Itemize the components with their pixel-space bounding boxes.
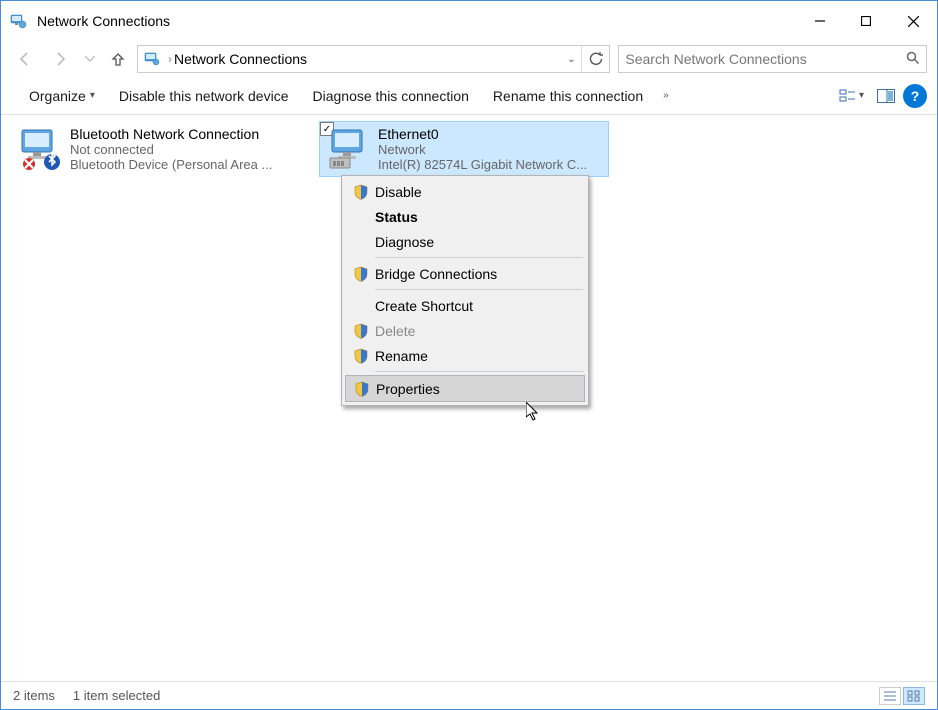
up-button[interactable]	[107, 46, 129, 72]
ctx-bridge[interactable]: Bridge Connections	[345, 261, 585, 286]
ctx-diagnose[interactable]: Diagnose	[345, 229, 585, 254]
address-dropdown[interactable]: ⌄	[561, 54, 581, 65]
help-button[interactable]: ?	[903, 84, 927, 108]
ctx-label: Status	[373, 209, 577, 225]
diagnose-label: Diagnose this connection	[312, 88, 468, 104]
history-dropdown[interactable]	[83, 45, 97, 73]
forward-button[interactable]	[47, 45, 75, 73]
ctx-disable[interactable]: Disable	[345, 179, 585, 204]
disable-device-label: Disable this network device	[119, 88, 289, 104]
dropdown-triangle-icon: ▾	[859, 90, 864, 101]
breadcrumb-separator-icon: ›	[166, 52, 174, 66]
connection-device: Intel(R) 82574L Gigabit Network C...	[378, 157, 587, 172]
ctx-label: Create Shortcut	[373, 298, 577, 314]
connection-name: Bluetooth Network Connection	[70, 126, 272, 142]
ctx-label: Disable	[373, 184, 577, 200]
window-title: Network Connections	[37, 13, 797, 29]
shield-icon	[350, 381, 374, 397]
organize-label: Organize	[29, 88, 86, 104]
address-path[interactable]: Network Connections	[174, 51, 307, 67]
status-selection-count: 1 item selected	[73, 688, 160, 703]
status-bar: 2 items 1 item selected	[1, 681, 937, 709]
ctx-rename[interactable]: Rename	[345, 343, 585, 368]
rename-button[interactable]: Rename this connection	[483, 84, 653, 108]
connection-name: Ethernet0	[378, 126, 587, 142]
content-area: Bluetooth Network Connection Not connect…	[1, 115, 937, 681]
search-input[interactable]: Search Network Connections	[618, 45, 927, 73]
dropdown-triangle-icon: ▾	[90, 90, 95, 101]
ethernet-adapter-icon	[326, 126, 370, 170]
address-folder-icon	[138, 50, 166, 68]
ctx-label: Rename	[373, 348, 577, 364]
address-bar-row: › Network Connections ⌄ Search Network C…	[1, 41, 937, 77]
connection-device: Bluetooth Device (Personal Area ...	[70, 157, 272, 172]
context-menu: Disable Status Diagnose Bridge Connectio…	[341, 175, 589, 406]
details-view-button[interactable]	[879, 687, 901, 705]
close-button[interactable]	[889, 5, 937, 37]
bluetooth-adapter-icon	[18, 126, 62, 170]
connection-item-bluetooth[interactable]: Bluetooth Network Connection Not connect…	[11, 121, 301, 177]
tiles-view-button[interactable]	[903, 687, 925, 705]
ctx-delete: Delete	[345, 318, 585, 343]
ctx-separator	[375, 257, 583, 258]
shield-icon	[349, 323, 373, 339]
status-item-count: 2 items	[13, 688, 55, 703]
refresh-button[interactable]	[581, 46, 609, 72]
back-button[interactable]	[11, 45, 39, 73]
rename-label: Rename this connection	[493, 88, 643, 104]
ctx-separator	[375, 289, 583, 290]
network-folder-icon	[9, 12, 27, 30]
shield-icon	[349, 348, 373, 364]
maximize-button[interactable]	[843, 5, 889, 37]
ctx-create-shortcut[interactable]: Create Shortcut	[345, 293, 585, 318]
ctx-label: Properties	[374, 381, 576, 397]
ctx-status[interactable]: Status	[345, 204, 585, 229]
ctx-separator	[375, 371, 583, 372]
toolbar: Organize ▾ Disable this network device D…	[1, 77, 937, 115]
connection-status: Network	[378, 142, 587, 157]
ctx-label: Diagnose	[373, 234, 577, 250]
view-options-button[interactable]: ▾	[834, 85, 869, 107]
ctx-label: Delete	[373, 323, 577, 339]
minimize-button[interactable]	[797, 5, 843, 37]
address-box[interactable]: › Network Connections ⌄	[137, 45, 610, 73]
search-icon[interactable]	[906, 51, 920, 68]
ctx-properties[interactable]: Properties	[345, 375, 585, 402]
ctx-label: Bridge Connections	[373, 266, 577, 282]
connection-status: Not connected	[70, 142, 272, 157]
connection-item-ethernet0[interactable]: ✓ Ethernet0 Network	[319, 121, 609, 177]
shield-icon	[349, 184, 373, 200]
titlebar: Network Connections	[1, 1, 937, 41]
shield-icon	[349, 266, 373, 282]
toolbar-overflow-button[interactable]: »	[657, 90, 675, 101]
disable-device-button[interactable]: Disable this network device	[109, 84, 299, 108]
search-placeholder: Search Network Connections	[625, 51, 806, 67]
preview-pane-button[interactable]	[873, 83, 899, 109]
organize-button[interactable]: Organize ▾	[19, 84, 105, 108]
diagnose-button[interactable]: Diagnose this connection	[302, 84, 478, 108]
